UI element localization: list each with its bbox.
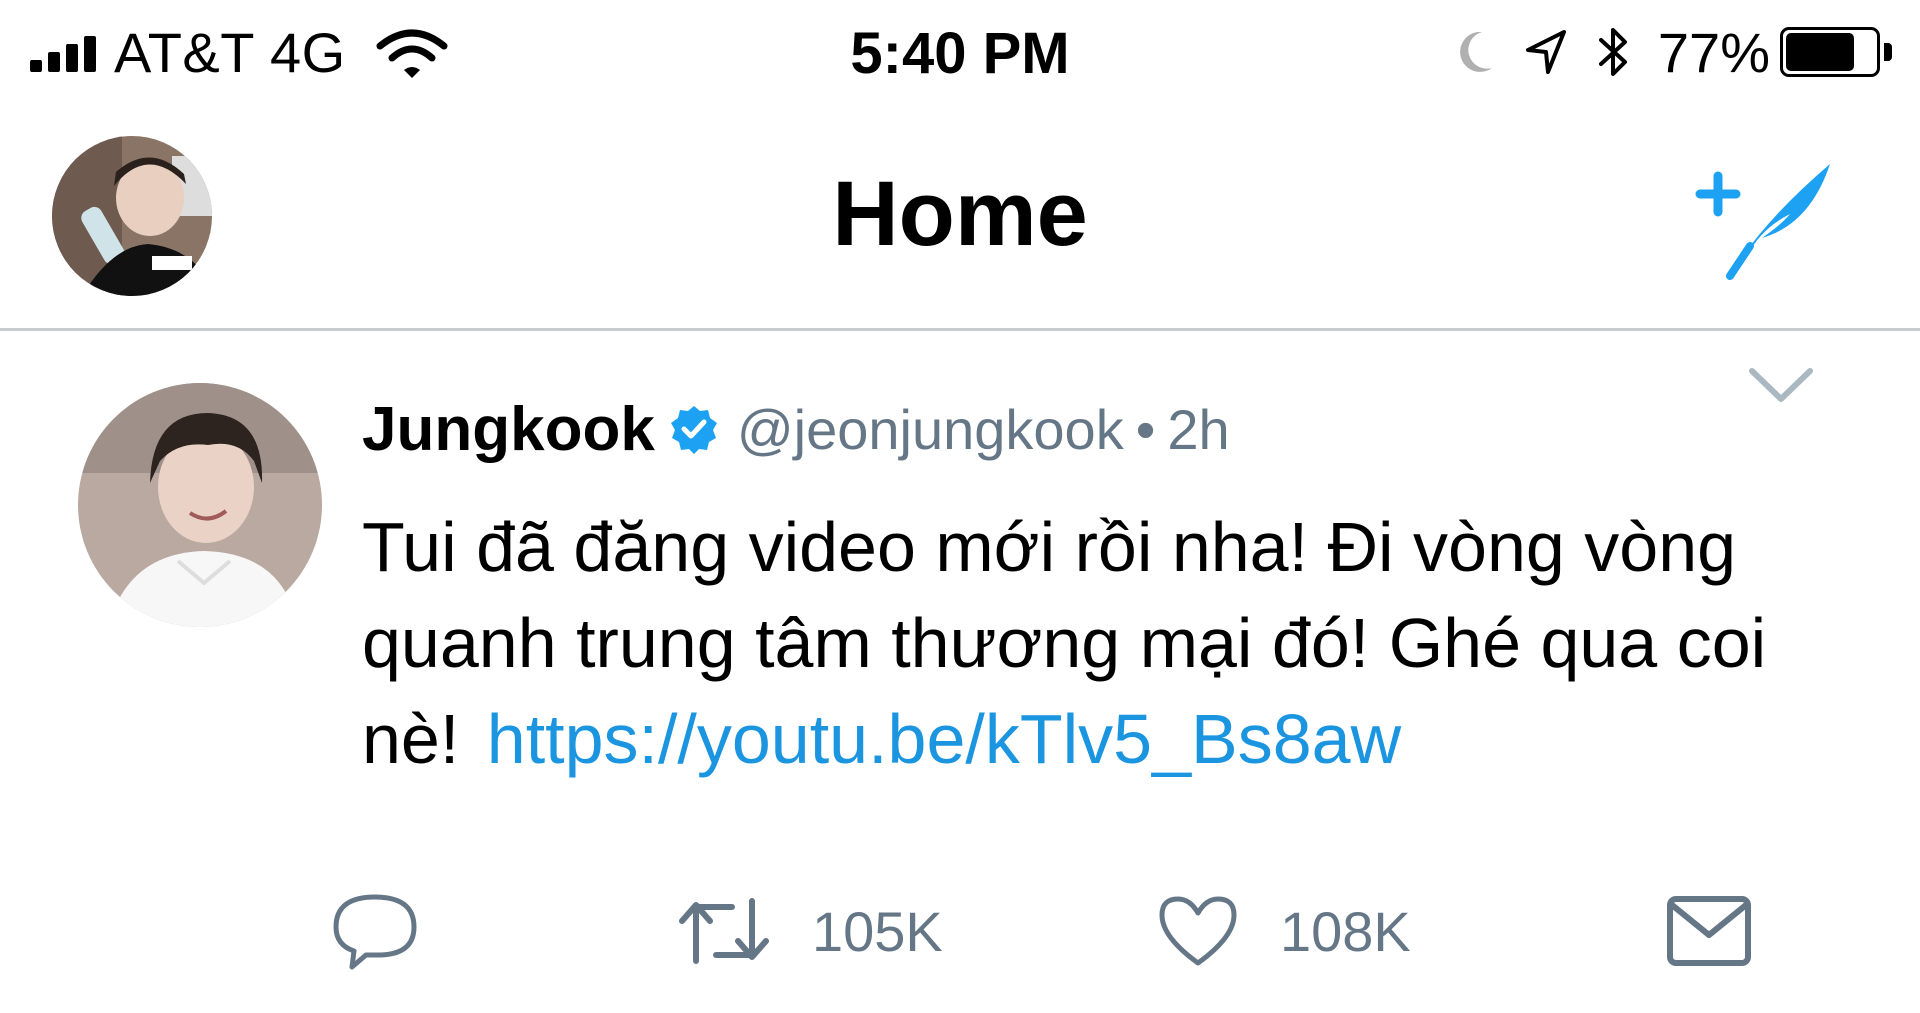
- home-header: Home: [0, 104, 1920, 331]
- reply-button[interactable]: [330, 871, 420, 991]
- compose-tweet-icon[interactable]: [1690, 154, 1840, 284]
- retweet-button[interactable]: 105K: [676, 871, 943, 991]
- battery-icon: [1780, 27, 1892, 77]
- verified-badge-icon: [670, 406, 717, 454]
- like-button[interactable]: 108K: [1156, 871, 1411, 991]
- like-count: 108K: [1280, 899, 1411, 963]
- chevron-down-icon[interactable]: [1746, 363, 1816, 407]
- retweet-icon: [679, 898, 769, 964]
- page-title: Home: [832, 163, 1088, 265]
- battery-percent: 77%: [1657, 20, 1770, 84]
- direct-message-button[interactable]: [1666, 871, 1752, 991]
- moon-icon: [1460, 31, 1492, 72]
- tweet-card[interactable]: Jungkook @jeonjungkook • 2h Tui đã đăng …: [0, 331, 1920, 1013]
- tweet-author-avatar[interactable]: [78, 383, 322, 627]
- tweet-header: Jungkook @jeonjungkook • 2h: [362, 389, 1230, 469]
- envelope-icon: [1667, 896, 1751, 966]
- retweet-count: 105K: [812, 899, 943, 963]
- meta-separator: •: [1135, 397, 1156, 461]
- status-bar-right: 77%: [1424, 20, 1892, 84]
- tweet-actions: 105K 108K: [0, 871, 1920, 991]
- reply-bubble-icon: [333, 894, 417, 970]
- tweet-body: Tui đã đăng video mới rồi nha! Đi vòng v…: [362, 499, 1862, 787]
- bluetooth-icon: [1598, 28, 1627, 76]
- author-avatar-image: [78, 383, 322, 627]
- status-bar: AT&T 4G 5:40 PM 77%: [0, 0, 1920, 104]
- tweet-timestamp[interactable]: 2h: [1167, 397, 1229, 462]
- heart-icon: [1159, 896, 1237, 966]
- author-name[interactable]: Jungkook: [362, 394, 655, 465]
- tweet-link[interactable]: https://youtu.be/kTlv5_Bs8aw: [487, 700, 1401, 778]
- author-handle[interactable]: @jeonjungkook: [737, 397, 1124, 462]
- location-arrow-icon: [1525, 30, 1566, 74]
